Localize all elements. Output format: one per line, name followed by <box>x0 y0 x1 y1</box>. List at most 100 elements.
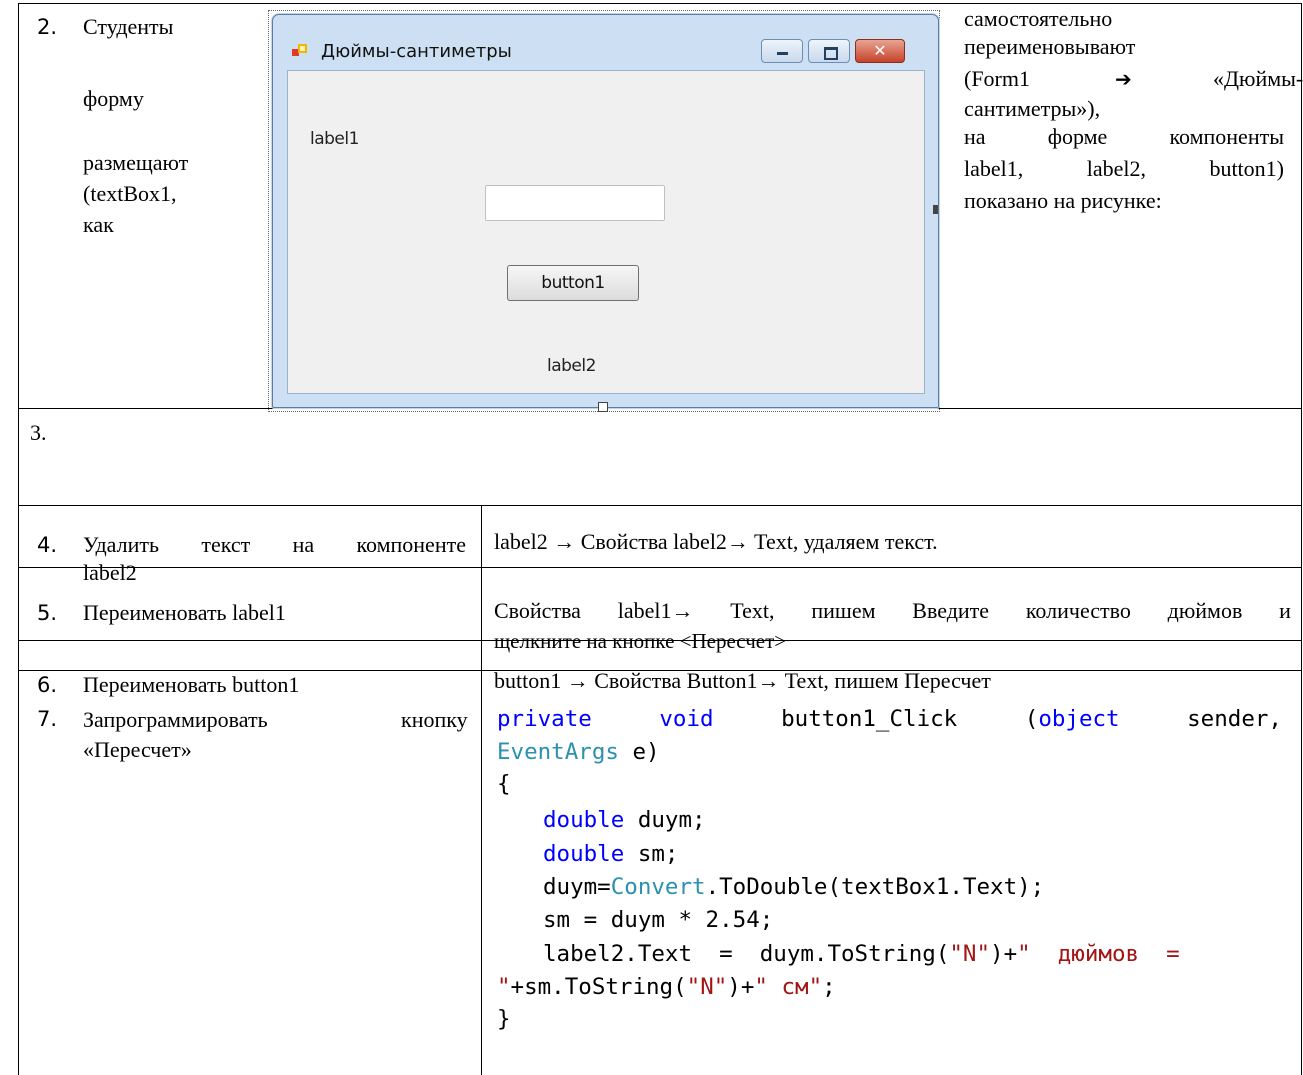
word: форме <box>1047 124 1108 149</box>
code-token: " дюймов = <box>1017 941 1180 967</box>
word: количество <box>1025 598 1131 623</box>
code-token: sm; <box>624 841 679 867</box>
row-divider <box>18 567 1302 568</box>
code-token: " <box>497 974 511 1000</box>
row-text: переименовывают <box>964 34 1136 59</box>
action-text: label2 → Свойства label2→ Text, удаляем … <box>494 529 938 554</box>
form-window[interactable]: Дюймы-сантиметры ✕ label1 button1 label2 <box>272 14 939 408</box>
code-token: duym= <box>543 874 611 900</box>
word: Удалить <box>83 532 160 557</box>
code-token: double <box>543 807 625 833</box>
row-text: (textBox1, <box>83 181 177 206</box>
form-client-area: label1 button1 label2 <box>287 70 925 394</box>
task-text: Удалить текст на компоненте <box>83 532 466 558</box>
code-token: sender, <box>1187 706 1282 732</box>
word: на <box>292 532 315 557</box>
code-token: duym; <box>624 807 706 833</box>
row-divider <box>18 505 1302 506</box>
task-text: label2 <box>83 560 137 585</box>
table-border-left <box>18 3 19 1075</box>
code-token: Convert <box>610 874 706 900</box>
row-text: «Дюймы- <box>1213 66 1303 91</box>
code-token: private <box>497 706 592 732</box>
row-number: 7. <box>37 707 58 731</box>
word: label1→ <box>617 598 694 623</box>
task-text: кнопку <box>401 707 468 732</box>
code-token: +sm.ToString( <box>510 974 687 1000</box>
resize-handle[interactable] <box>598 402 608 412</box>
row-text: показано на рисунке: <box>964 188 1162 213</box>
code-token: void <box>659 706 714 732</box>
row-text: форму <box>83 86 144 111</box>
minimize-button[interactable] <box>761 39 803 63</box>
word: label1, <box>964 156 1024 181</box>
form-app-icon <box>292 44 307 56</box>
task-text: Переименовать button1 <box>83 672 300 697</box>
maximize-icon <box>824 47 838 60</box>
word: и <box>1279 598 1291 623</box>
row-number: 3. <box>30 420 47 445</box>
code-token: object <box>1038 706 1120 732</box>
maximize-button[interactable] <box>808 39 850 63</box>
code-token: EventArgs <box>497 739 619 765</box>
code-token: double <box>543 841 625 867</box>
arrow-icon: ➔ <box>1115 67 1132 91</box>
word: Свойства <box>494 598 581 623</box>
row-text: размещают <box>83 150 189 175</box>
minimize-icon <box>777 52 788 55</box>
row-text: как <box>83 212 114 237</box>
code-line: label2.Text = duym.ToString("N")+" дюймо… <box>543 938 1180 970</box>
code-token: )+ <box>727 974 755 1000</box>
row-text: на форме компоненты <box>964 124 1284 150</box>
column-divider <box>481 505 482 1075</box>
form-textbox1[interactable] <box>485 185 665 221</box>
close-button[interactable]: ✕ <box>855 39 905 63</box>
row-number: 6. <box>37 673 58 697</box>
word: Введите <box>912 598 990 623</box>
code-line: "+sm.ToString("N")+" см"; <box>497 971 836 1003</box>
code-line: { <box>497 771 511 797</box>
word: пишем <box>811 598 876 623</box>
code-line: double sm; <box>543 838 678 870</box>
row-text: label1, label2, button1) <box>964 156 1284 182</box>
row-text: Студенты <box>83 14 174 39</box>
code-token: "N" <box>686 974 728 1000</box>
row-number: 5. <box>37 601 58 625</box>
code-token: " см" <box>754 974 823 1000</box>
resize-handle[interactable] <box>933 205 938 214</box>
action-text: щелкните на кнопке <Пересчет> <box>494 629 787 653</box>
code-token: )+ <box>990 941 1018 967</box>
row-text: самостоятельно <box>964 6 1113 31</box>
row-number: 4. <box>37 533 58 557</box>
code-token: ; <box>822 974 836 1000</box>
code-line: private void button1_Click (object sende… <box>497 703 1282 735</box>
code-line: double duym; <box>543 804 706 836</box>
form-label1[interactable]: label1 <box>310 129 359 149</box>
table-border-top <box>18 3 1302 4</box>
form-title: Дюймы-сантиметры <box>321 41 512 62</box>
word: button1) <box>1209 156 1284 181</box>
row-number: 2. <box>37 15 58 39</box>
action-text: button1 → Свойства Button1→ Text, пишем … <box>494 668 991 693</box>
task-text: Запрограммировать <box>83 707 268 732</box>
row-text: (Form1 <box>964 66 1030 91</box>
form-button1[interactable]: button1 <box>507 265 639 301</box>
word: дюймов <box>1167 598 1243 623</box>
word: label2, <box>1086 156 1146 181</box>
word: Text, <box>730 598 775 623</box>
code-line: sm = duym * 2.54; <box>543 907 774 933</box>
code-token: button1_Click <box>781 706 958 732</box>
close-icon: ✕ <box>873 41 887 60</box>
code-line: duym=Convert.ToDouble(textBox1.Text); <box>543 871 1044 903</box>
code-line: EventArgs e) <box>497 736 660 768</box>
table-border-right <box>1301 3 1302 1075</box>
word: текст <box>201 532 251 557</box>
code-token: .ToDouble(textBox1.Text); <box>705 874 1045 900</box>
word: компоненты <box>1169 124 1284 149</box>
word: компоненте <box>356 532 466 557</box>
task-text: «Пересчет» <box>83 737 192 762</box>
code-token: (object <box>1024 706 1120 732</box>
form-label2[interactable]: label2 <box>547 356 596 376</box>
code-token: label2.Text = duym.ToString( <box>543 941 950 967</box>
word: на <box>964 124 986 149</box>
